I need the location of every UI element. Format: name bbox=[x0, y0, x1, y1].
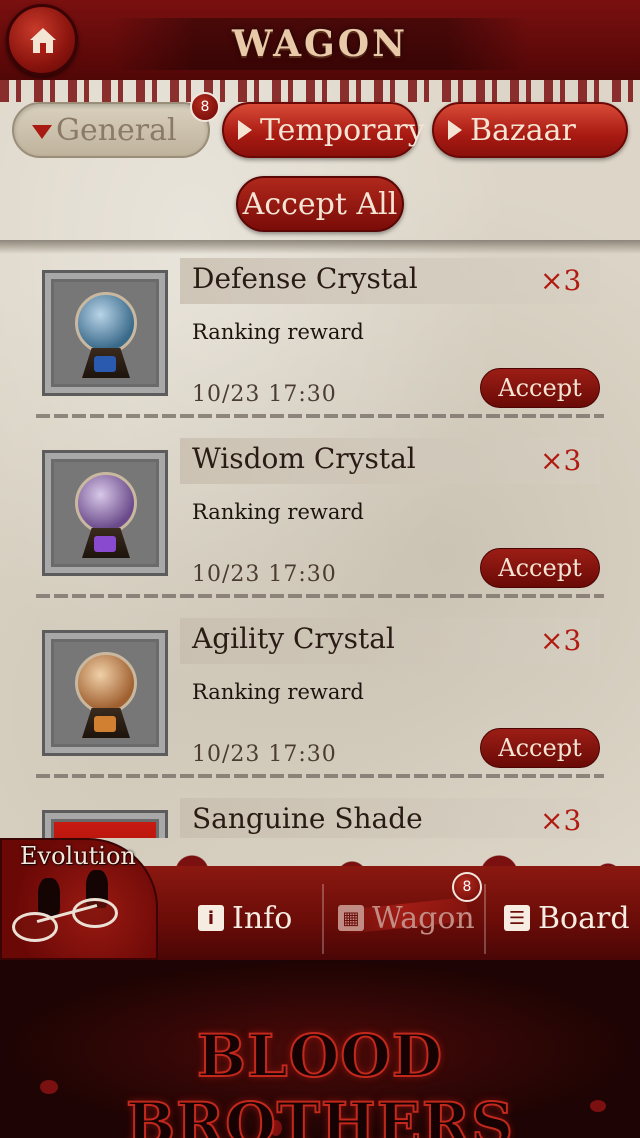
list-item: Defense Crystal ×3 Ranking reward 10/23 … bbox=[0, 258, 640, 438]
item-name: Sanguine Shade bbox=[192, 802, 423, 835]
wagon-count-badge: 8 bbox=[452, 872, 482, 902]
accept-button[interactable]: Accept bbox=[480, 368, 600, 408]
chevron-down-icon bbox=[32, 125, 52, 139]
nav-divider bbox=[484, 884, 486, 954]
nav-divider bbox=[322, 884, 324, 954]
home-button[interactable] bbox=[6, 4, 78, 76]
nav-board[interactable]: ☰ Board bbox=[504, 890, 630, 946]
header-bar: WAGON bbox=[0, 0, 640, 92]
nav-wagon-label: Wagon bbox=[372, 900, 475, 936]
evolution-figure-icon bbox=[38, 878, 60, 916]
evolution-label: Evolution bbox=[20, 842, 136, 870]
item-divider bbox=[36, 414, 604, 418]
nav-info-label: Info bbox=[232, 900, 293, 936]
item-date: 10/23 17:30 bbox=[192, 742, 337, 767]
list-item: Sanguine Shade ×3 bbox=[0, 798, 640, 838]
item-quantity: ×3 bbox=[540, 624, 582, 657]
agility-crystal-image bbox=[54, 642, 156, 744]
boot-gem-icon bbox=[94, 716, 116, 732]
list-item: Wisdom Crystal ×3 Ranking reward 10/23 1… bbox=[0, 438, 640, 618]
item-name: Agility Crystal bbox=[192, 622, 395, 655]
item-date: 10/23 17:30 bbox=[192, 562, 337, 587]
item-quantity: ×3 bbox=[540, 264, 582, 297]
item-divider bbox=[36, 594, 604, 598]
item-reason: Ranking reward bbox=[192, 320, 364, 344]
crystal-orb-icon bbox=[75, 292, 137, 354]
crystal-orb-icon bbox=[75, 472, 137, 534]
item-quantity: ×3 bbox=[540, 444, 582, 477]
crystal-orb-icon bbox=[75, 652, 137, 714]
reward-list[interactable]: Defense Crystal ×3 Ranking reward 10/23 … bbox=[0, 258, 640, 838]
item-frame bbox=[42, 630, 168, 756]
item-name: Defense Crystal bbox=[192, 262, 418, 295]
wagon-icon: ▦ bbox=[338, 905, 364, 931]
item-divider bbox=[36, 774, 604, 778]
defense-crystal-image bbox=[54, 282, 156, 384]
item-frame bbox=[42, 810, 168, 838]
evolution-circle-icon bbox=[72, 898, 118, 928]
accept-button[interactable]: Accept bbox=[480, 548, 600, 588]
play-arrow-icon bbox=[448, 120, 462, 140]
tab-bazaar-label: Bazaar bbox=[470, 112, 576, 148]
item-reason: Ranking reward bbox=[192, 500, 364, 524]
play-arrow-icon bbox=[238, 120, 252, 140]
general-count-badge: 8 bbox=[190, 92, 220, 122]
item-date: 10/23 17:30 bbox=[192, 382, 337, 407]
list-item: Agility Crystal ×3 Ranking reward 10/23 … bbox=[0, 618, 640, 798]
item-reason: Ranking reward bbox=[192, 680, 364, 704]
tab-general[interactable]: General bbox=[12, 102, 210, 158]
item-frame bbox=[42, 450, 168, 576]
info-icon: i bbox=[198, 905, 224, 931]
title-bar: WAGON bbox=[110, 18, 530, 70]
cap-gem-icon bbox=[94, 536, 116, 552]
tab-general-label: General bbox=[56, 112, 177, 148]
section-divider bbox=[0, 240, 640, 254]
item-frame bbox=[42, 270, 168, 396]
home-icon bbox=[30, 28, 56, 53]
item-quantity: ×3 bbox=[540, 804, 582, 837]
page-title: WAGON bbox=[231, 23, 409, 65]
nav-board-label: Board bbox=[538, 900, 630, 936]
nav-wagon[interactable]: ▦ Wagon bbox=[338, 890, 475, 946]
blood-edge-decoration bbox=[0, 80, 640, 102]
tab-temporary-label: Temporary bbox=[260, 112, 425, 148]
nav-info[interactable]: i Info bbox=[198, 890, 292, 946]
shield-gem-icon bbox=[94, 356, 116, 372]
wisdom-crystal-image bbox=[54, 462, 156, 564]
tab-temporary[interactable]: Temporary bbox=[222, 102, 425, 158]
game-logo: BLOOD BROTHERS bbox=[125, 1021, 514, 1138]
accept-button[interactable]: Accept bbox=[480, 728, 600, 768]
tab-bazaar[interactable]: Bazaar bbox=[432, 102, 628, 158]
item-name: Wisdom Crystal bbox=[192, 442, 416, 475]
list-icon: ☰ bbox=[504, 905, 530, 931]
accept-all-button[interactable]: Accept All bbox=[236, 176, 404, 232]
